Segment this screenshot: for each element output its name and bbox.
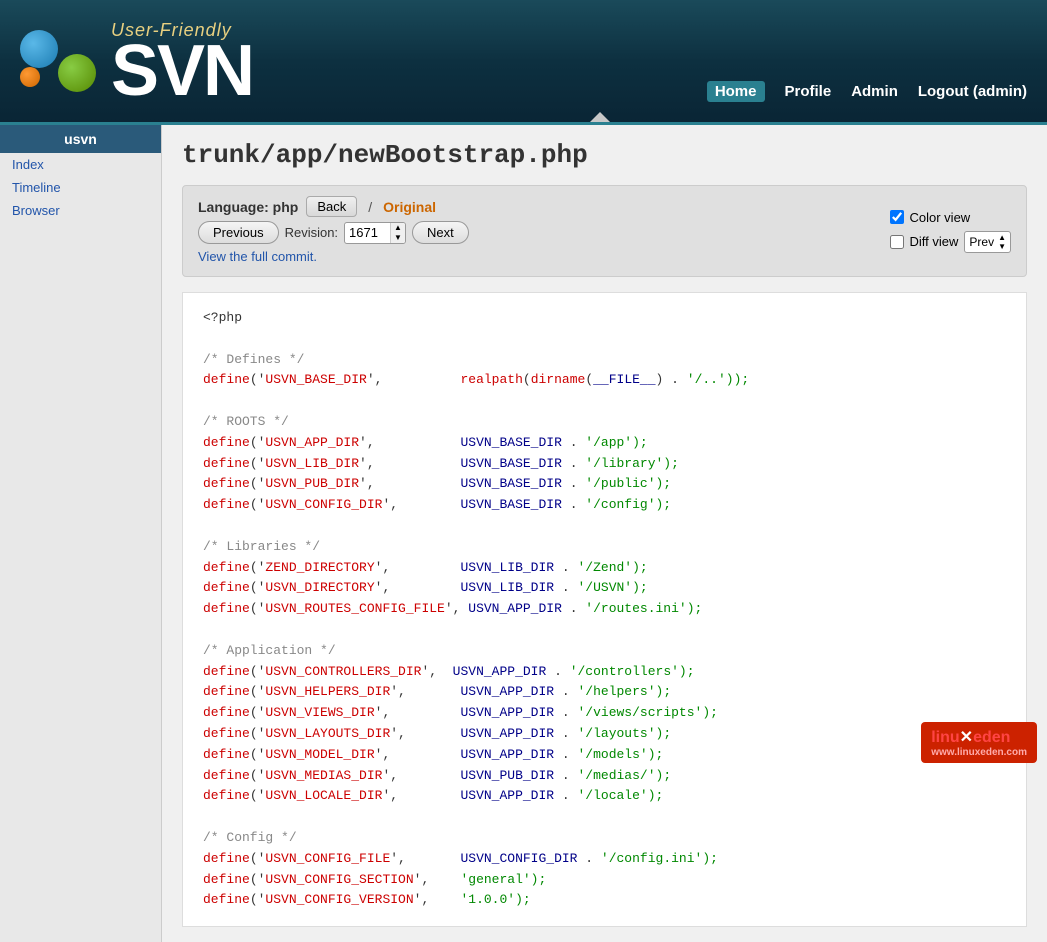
code-line: /* ROOTS */ [203,412,1006,433]
code-line: define('USVN_HELPERS_DIR', USVN_APP_DIR … [203,682,1006,703]
footer-logo-text: linu✕eden [931,733,1010,745]
diff-prev-label: Prev [969,235,994,249]
code-line: /* Defines */ [203,350,1006,371]
circle-blue-icon [20,30,58,68]
spin-down-button[interactable]: ▼ [391,233,405,243]
code-line [203,516,1006,537]
code-line [203,620,1006,641]
view-commit-row: View the full commit. [198,248,469,266]
revision-input-wrap: ▲ ▼ [344,222,406,244]
spin-up-button[interactable]: ▲ [391,223,405,233]
code-line: <?php [203,308,1006,329]
code-line: define('USVN_PUB_DIR', USVN_BASE_DIR . '… [203,474,1006,495]
code-line: /* Application */ [203,641,1006,662]
slash-separator: / [368,199,372,215]
diff-view-row: Diff view Prev ▲▼ [890,231,1012,253]
code-line: define('USVN_DIRECTORY', USVN_LIB_DIR . … [203,578,1006,599]
logo-area: User-Friendly SVN [20,20,253,102]
diff-view-checkbox[interactable] [890,235,904,249]
code-line: define('USVN_CONFIG_VERSION', '1.0.0'); [203,890,1006,911]
footer-site: www.linuxeden.com [931,747,1027,758]
diff-spinner-icon[interactable]: ▲▼ [998,233,1006,251]
color-view-label: Color view [910,210,971,225]
code-line: define('USVN_CONTROLLERS_DIR', USVN_APP_… [203,662,1006,683]
logo-text: User-Friendly SVN [111,20,253,102]
nav-admin[interactable]: Admin [851,83,898,100]
code-line [203,329,1006,350]
layout: usvn Index Timeline Browser trunk/app/ne… [0,125,1047,942]
previous-button[interactable]: Previous [198,221,279,244]
footer-logo: linu✕eden www.linuxeden.com [921,722,1037,763]
code-line: define('USVN_CONFIG_FILE', USVN_CONFIG_D… [203,849,1006,870]
code-line: define('USVN_LAYOUTS_DIR', USVN_APP_DIR … [203,724,1006,745]
diff-view-label: Diff view [910,234,959,249]
code-line [203,391,1006,412]
revision-input[interactable] [345,224,390,241]
code-line: define('USVN_LOCALE_DIR', USVN_APP_DIR .… [203,786,1006,807]
page-title: trunk/app/newBootstrap.php [182,140,1027,170]
code-line: define('USVN_BASE_DIR', realpath(dirname… [203,370,1006,391]
nav-home[interactable]: Home [707,81,765,102]
toolbar-row2: Previous Revision: ▲ ▼ Next [198,221,469,244]
sidebar-item-browser[interactable]: Browser [0,199,161,222]
code-line: /* Config */ [203,828,1006,849]
code-line: define('USVN_ROUTES_CONFIG_FILE', USVN_A… [203,599,1006,620]
revision-label: Revision: [285,225,338,240]
back-button[interactable]: Back [306,196,357,217]
nav-indicator [590,112,610,122]
sidebar-item-index[interactable]: Index [0,153,161,176]
code-line: /* Libraries */ [203,537,1006,558]
view-options: Color view Diff view Prev ▲▼ [890,210,1012,253]
view-commit-link[interactable]: View the full commit. [198,249,317,264]
code-line: define('USVN_LIB_DIR', USVN_BASE_DIR . '… [203,454,1006,475]
nav-logout[interactable]: Logout (admin) [918,83,1027,100]
main-content: trunk/app/newBootstrap.php Language: php… [162,125,1047,942]
next-button[interactable]: Next [412,221,469,244]
code-line: define('USVN_MODEL_DIR', USVN_APP_DIR . … [203,745,1006,766]
logo-circles [20,30,96,92]
sidebar-item-timeline[interactable]: Timeline [0,176,161,199]
nav-profile[interactable]: Profile [785,83,832,100]
toolbar-left: Language: php Back / Original Previous R… [198,196,469,266]
sidebar-title: usvn [0,125,161,153]
circle-green-icon [58,54,96,92]
toolbar: Language: php Back / Original Previous R… [182,185,1027,277]
main-nav: Home Profile Admin Logout (admin) [707,81,1027,102]
circle-orange-icon [20,67,40,87]
code-line: define('USVN_CONFIG_DIR', USVN_BASE_DIR … [203,495,1006,516]
original-link[interactable]: Original [383,199,436,215]
sidebar: usvn Index Timeline Browser [0,125,162,942]
code-line: define('USVN_APP_DIR', USVN_BASE_DIR . '… [203,433,1006,454]
code-line: define('USVN_CONFIG_SECTION', 'general')… [203,870,1006,891]
revision-spinner: ▲ ▼ [390,223,405,243]
header: User-Friendly SVN Home Profile Admin Log… [0,0,1047,125]
code-container: <?php /* Defines */ define('USVN_BASE_DI… [182,292,1027,927]
diff-select-wrap: Prev ▲▼ [964,231,1011,253]
code-line: define('ZEND_DIRECTORY', USVN_LIB_DIR . … [203,558,1006,579]
code-line: define('USVN_VIEWS_DIR', USVN_APP_DIR . … [203,703,1006,724]
language-label: Language: php [198,199,298,215]
logo-svn: SVN [111,41,253,102]
code-line [203,807,1006,828]
code-line: define('USVN_MEDIAS_DIR', USVN_PUB_DIR .… [203,766,1006,787]
toolbar-row1: Language: php Back / Original [198,196,469,217]
color-view-row: Color view [890,210,1012,225]
color-view-checkbox[interactable] [890,210,904,224]
